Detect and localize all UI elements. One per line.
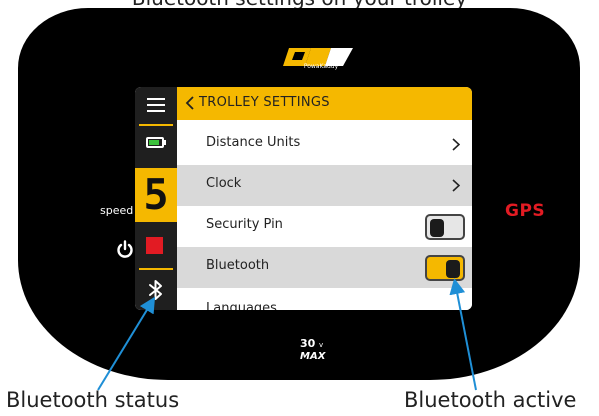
settings-row-distance-units[interactable]: Distance Units [177,124,472,165]
model-30v-max-logo: 30 v MAX [300,337,327,362]
row-label: Distance Units [206,135,301,150]
speed-label: speed [100,204,134,217]
speed-setting-indicator: 5 [135,168,177,222]
toggle-knob [430,219,444,237]
status-sidebar: 5 [135,87,177,310]
battery-icon [146,137,164,148]
powakaddy-logo [283,48,353,66]
battery-tip [164,140,166,145]
caption-bluetooth-active: Bluetooth active [404,388,577,412]
settings-row-languages[interactable]: Languages [177,288,472,310]
settings-row-clock[interactable]: Clock [177,165,472,206]
screen-title: TROLLEY SETTINGS [199,95,330,110]
back-chevron-icon[interactable] [185,96,195,110]
row-label: Clock [206,176,242,191]
row-label: Security Pin [206,217,283,232]
security-pin-toggle[interactable] [425,214,465,240]
speed-setting-value: 5 [143,170,169,219]
bluetooth-status-icon [149,280,162,300]
lcd-screen: 5 TROLLEY SETTINGS Distance Units Clock … [135,87,472,310]
chevron-right-icon [452,138,460,151]
brand-name: PowaKaddy [303,63,339,70]
settings-row-security-pin[interactable]: Security Pin [177,206,472,247]
svg-text:MAX: MAX [300,351,327,362]
gps-label: GPS [505,201,546,221]
svg-text:v: v [319,341,323,349]
row-label: Bluetooth [206,258,270,273]
power-icon[interactable] [116,240,134,258]
bluetooth-toggle[interactable] [425,255,465,281]
toggle-knob [446,260,460,278]
caption-bluetooth-status: Bluetooth status [6,388,180,412]
menu-button[interactable] [135,87,177,123]
row-label: Languages [206,301,277,310]
stop-icon[interactable] [146,237,163,254]
svg-text:30: 30 [300,337,316,350]
chevron-right-icon [452,179,460,192]
screen-header: TROLLEY SETTINGS [177,87,472,120]
settings-row-bluetooth[interactable]: Bluetooth [177,247,472,288]
